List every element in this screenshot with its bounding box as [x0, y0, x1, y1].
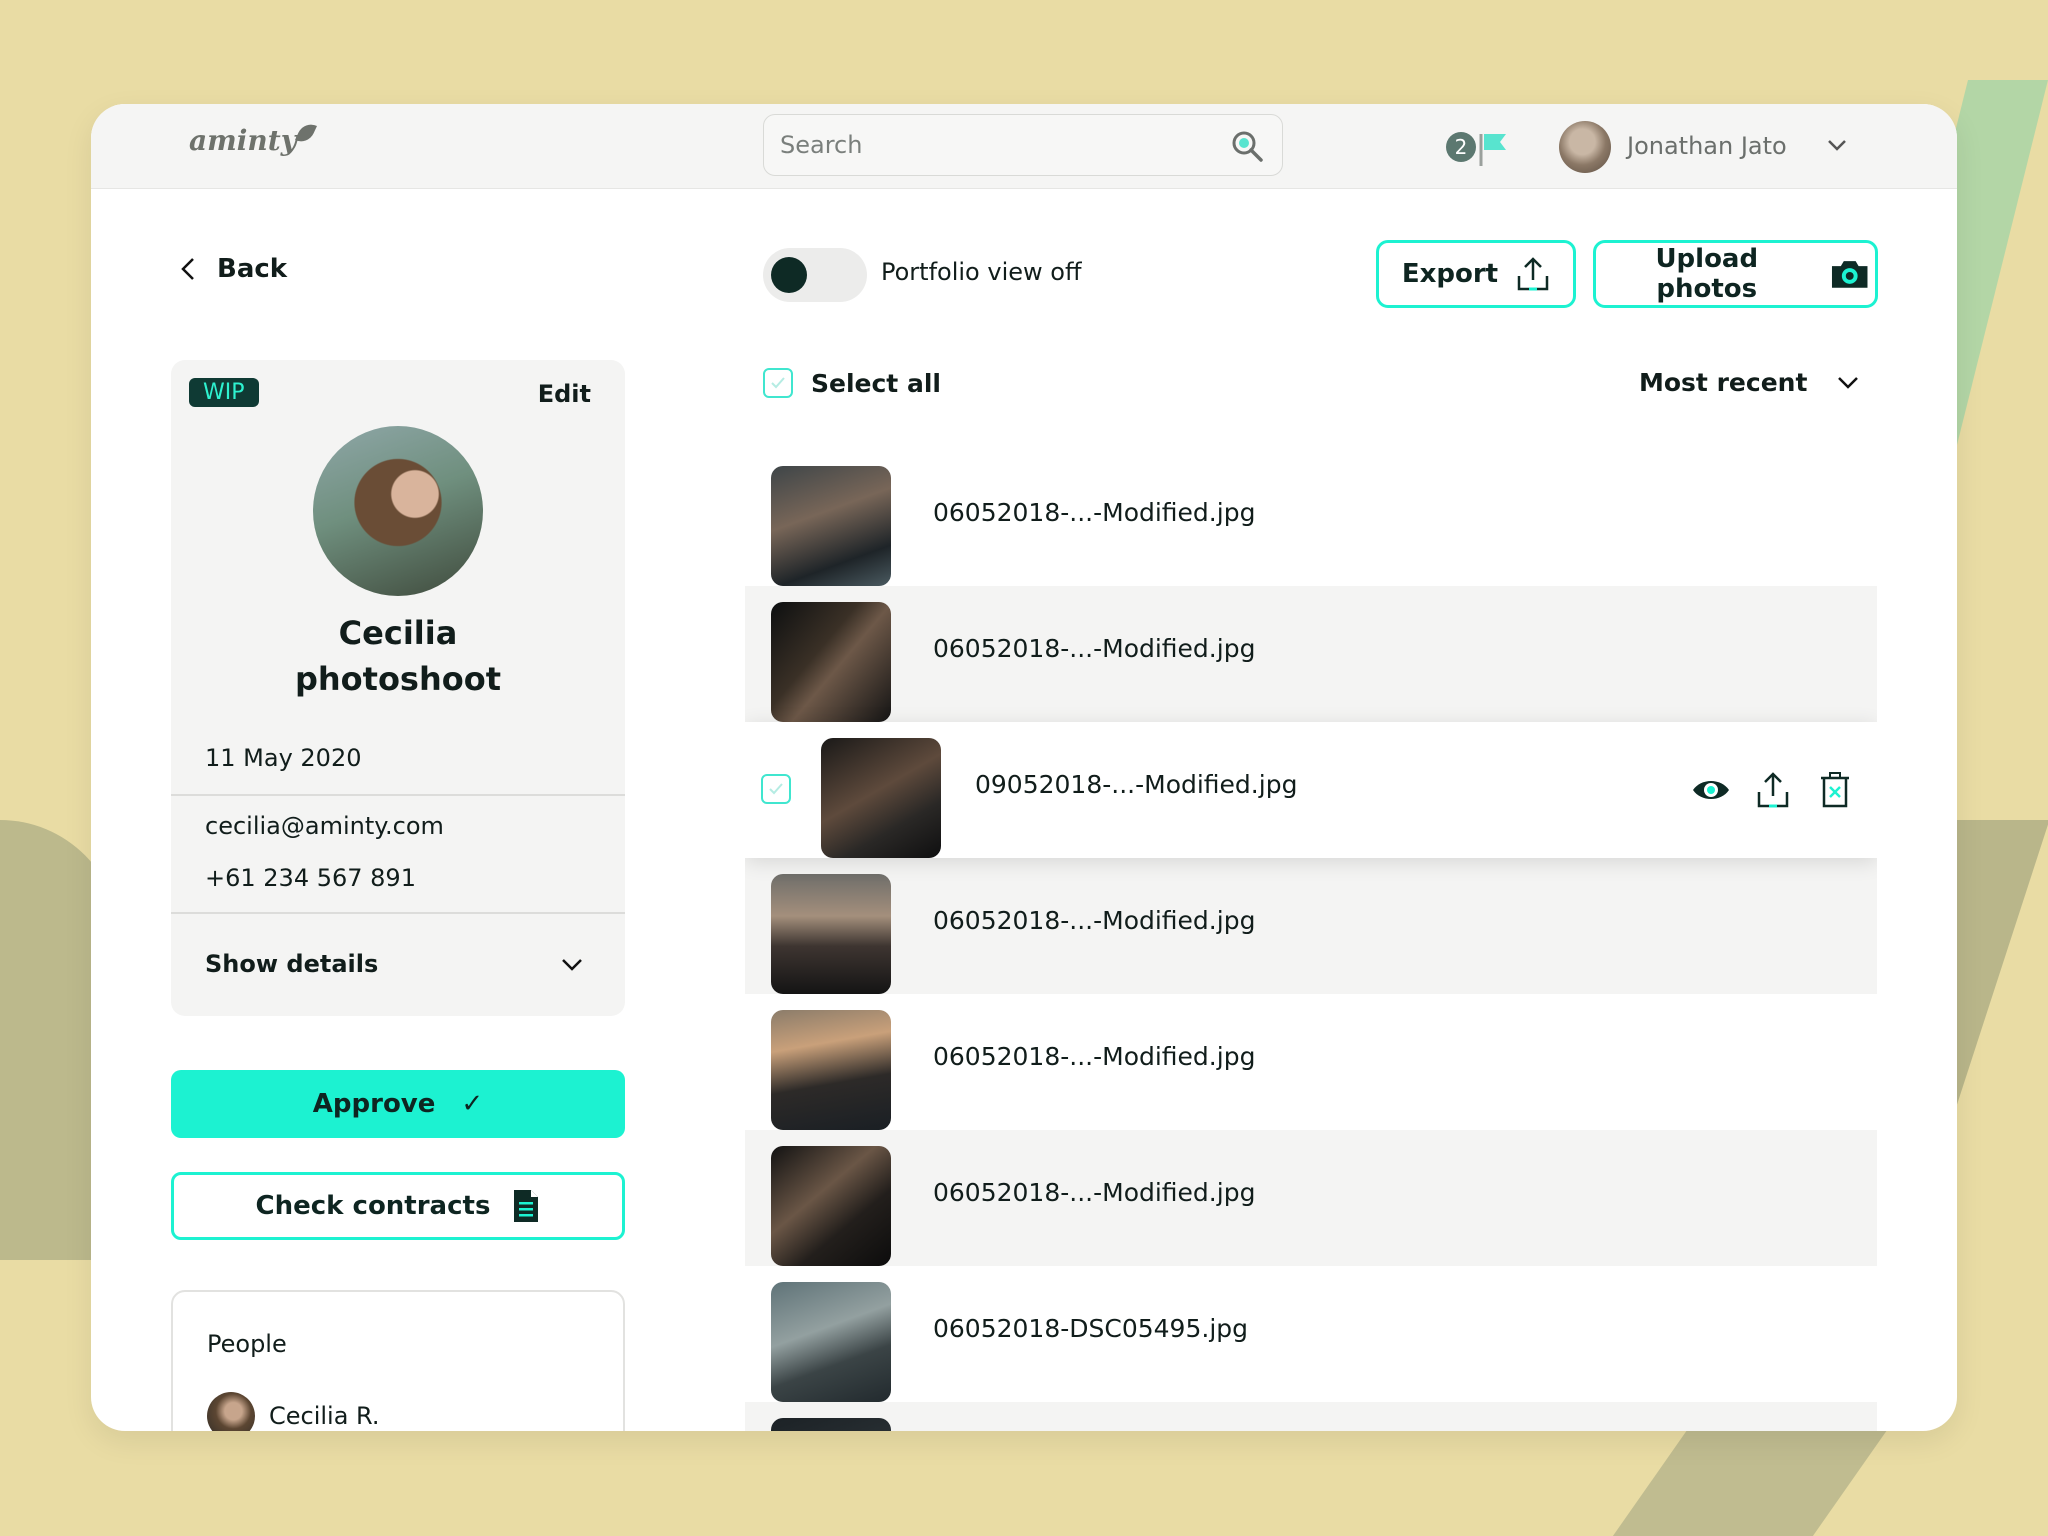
file-name: 06052018-...-Modified.jpg — [933, 1178, 1256, 1207]
trash-icon[interactable] — [1815, 770, 1855, 810]
check-icon — [771, 377, 785, 389]
file-name: 06052018-...-Modified.jpg — [933, 634, 1256, 663]
search-placeholder: Search — [780, 131, 863, 159]
photo-row[interactable]: 06052018-...-Modified.jpg — [745, 1130, 1877, 1266]
person-name: Cecilia R. — [269, 1402, 380, 1430]
person-avatar — [207, 1392, 255, 1431]
contact-phone[interactable]: +61 234 567 891 — [205, 864, 416, 892]
file-name: 06052018-DSC05495.jpg — [933, 1314, 1249, 1343]
edit-button[interactable]: Edit — [538, 380, 591, 408]
file-name: 06052018-...-Modified.jpg — [933, 1042, 1256, 1071]
photo-thumbnail[interactable] — [771, 874, 891, 994]
decorative-olive-shape-bottom — [1612, 1430, 1888, 1536]
row-checkbox[interactable] — [761, 774, 791, 804]
app-window: aminty Search 2 Jonathan Jato Back WIP E… — [91, 104, 1957, 1431]
photo-thumbnail[interactable] — [771, 466, 891, 586]
user-avatar[interactable] — [1559, 121, 1611, 173]
logo-text: aminty — [189, 124, 297, 157]
portfolio-toggle-label: Portfolio view off — [881, 258, 1082, 286]
people-title: People — [207, 1330, 287, 1358]
photo-row[interactable]: 06052018-...-Modified.jpg — [745, 858, 1877, 994]
check-icon — [769, 783, 783, 795]
sort-label: Most recent — [1639, 368, 1808, 397]
status-badge: WIP — [189, 378, 259, 407]
upload-photos-button[interactable]: Upload photos — [1593, 240, 1878, 308]
photo-thumbnail[interactable] — [821, 738, 941, 858]
chevron-down-icon[interactable] — [1827, 138, 1847, 152]
approve-label: Approve — [312, 1089, 436, 1119]
show-details-toggle[interactable]: Show details — [205, 950, 378, 978]
chevron-down-icon[interactable] — [561, 958, 583, 972]
toggle-knob — [771, 257, 807, 293]
photo-row[interactable] — [745, 1402, 1877, 1431]
photo-thumbnail[interactable] — [771, 602, 891, 722]
leaf-icon — [294, 120, 317, 146]
export-label: Export — [1401, 259, 1499, 289]
photo-row[interactable]: 06052018-...-Modified.jpg — [745, 994, 1877, 1130]
project-card: WIP Edit Cecilia photoshoot 11 May 2020 … — [171, 360, 625, 1016]
camera-icon — [1831, 261, 1868, 288]
project-date: 11 May 2020 — [205, 744, 362, 772]
top-bar: aminty Search 2 Jonathan Jato — [91, 104, 1957, 189]
row-actions — [1691, 770, 1855, 810]
photo-row[interactable]: 06052018-DSC05495.jpg — [745, 1266, 1877, 1402]
check-contracts-button[interactable]: Check contracts — [171, 1172, 625, 1240]
project-title: Cecilia photoshoot — [171, 610, 625, 702]
photo-thumbnail[interactable] — [771, 1282, 891, 1402]
photo-row[interactable]: 06052018-...-Modified.jpg — [745, 586, 1877, 722]
approve-button[interactable]: Approve ✓ — [171, 1070, 625, 1138]
photo-thumbnail[interactable] — [771, 1010, 891, 1130]
select-all-label: Select all — [811, 368, 941, 398]
select-all[interactable]: Select all — [763, 368, 941, 398]
select-all-checkbox[interactable] — [763, 368, 793, 398]
project-cover-photo — [313, 426, 483, 596]
person-item[interactable]: Cecilia R. — [207, 1392, 380, 1431]
photo-list: 06052018-...-Modified.jpg 06052018-...-M… — [745, 450, 1877, 1431]
project-title-line2: photoshoot — [294, 660, 502, 698]
divider — [171, 912, 625, 914]
divider — [171, 794, 625, 796]
eye-icon[interactable] — [1691, 770, 1731, 810]
photo-row-selected[interactable]: 09052018-...-Modified.jpg — [745, 722, 1877, 858]
back-button[interactable]: Back — [181, 254, 287, 284]
notification-count-badge: 2 — [1446, 132, 1476, 162]
back-label: Back — [217, 254, 288, 284]
sort-dropdown[interactable]: Most recent — [1639, 368, 1859, 397]
file-name: 06052018-...-Modified.jpg — [933, 498, 1256, 527]
upload-photos-label: Upload photos — [1655, 244, 1759, 304]
portfolio-view-toggle[interactable] — [763, 248, 867, 302]
export-button[interactable]: Export — [1376, 240, 1576, 308]
check-contracts-label: Check contracts — [255, 1191, 491, 1221]
photo-thumbnail[interactable] — [771, 1418, 891, 1431]
file-name: 06052018-...-Modified.jpg — [933, 906, 1256, 935]
photo-thumbnail[interactable] — [771, 1146, 891, 1266]
notifications[interactable]: 2 — [1446, 130, 1516, 170]
search-icon[interactable] — [1230, 129, 1264, 163]
logo[interactable]: aminty — [189, 120, 317, 157]
user-name[interactable]: Jonathan Jato — [1627, 132, 1787, 160]
chevron-down-icon — [1838, 376, 1859, 389]
flag-icon — [1479, 134, 1506, 166]
people-panel: People Cecilia R. — [171, 1290, 625, 1431]
upload-arrow-icon — [1517, 257, 1549, 291]
search-input[interactable]: Search — [763, 114, 1283, 176]
file-name: 09052018-...-Modified.jpg — [975, 770, 1298, 799]
check-icon: ✓ — [461, 1089, 484, 1119]
contact-email[interactable]: cecilia@aminty.com — [205, 812, 444, 840]
document-icon — [514, 1190, 539, 1222]
upload-arrow-icon[interactable] — [1753, 770, 1793, 810]
chevron-left-icon — [181, 258, 194, 280]
project-title-line1: Cecilia — [338, 614, 458, 652]
photo-row[interactable]: 06052018-...-Modified.jpg — [745, 450, 1877, 586]
